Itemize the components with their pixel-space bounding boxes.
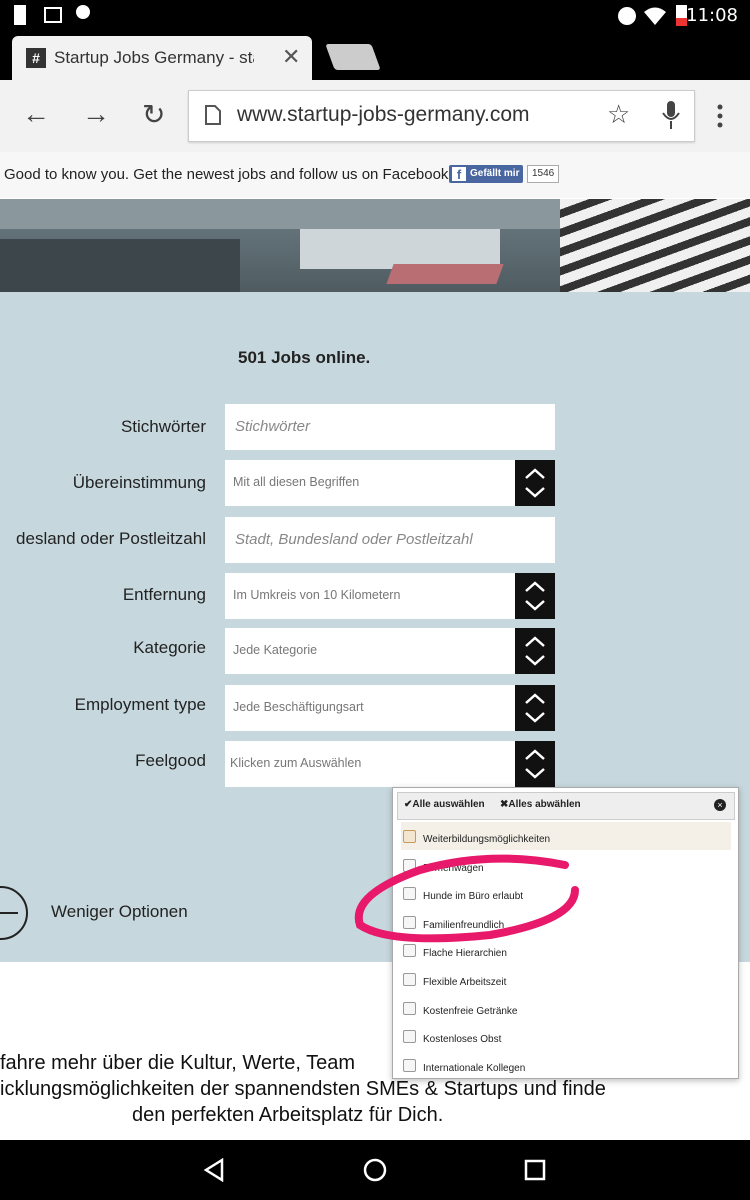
reload-icon[interactable]: ↻ — [142, 98, 165, 131]
dropdown-option-label: Weiterbildungsmöglichkeiten — [423, 834, 551, 845]
home-circle-icon[interactable] — [363, 1158, 387, 1182]
favicon-icon: # — [26, 48, 46, 68]
dropdown-option[interactable]: Flexible Arbeitszeit — [401, 965, 731, 993]
category-label: Kategorie — [133, 638, 206, 657]
dropdown-option-label: Flache Hierarchien — [423, 948, 507, 960]
distance-spinner[interactable] — [515, 573, 555, 619]
match-select[interactable]: Mit all diesen Begriffen — [225, 460, 515, 506]
intro-text-line-1: fahre mehr über die Kultur, Werte, Team — [0, 1052, 355, 1074]
distance-label: Entfernung — [122, 585, 206, 604]
android-nav-bar — [0, 1140, 750, 1200]
facebook-bar: Good to know you. Get the newest jobs an… — [0, 152, 750, 198]
dropdown-option-label: Kostenfreie Getränke — [423, 1005, 518, 1017]
image-icon — [44, 7, 62, 23]
tab-strip: # Startup Jobs Germany - start ✕ — [0, 32, 750, 80]
location-input[interactable]: Stadt, Bundesland oder Postleitzahl — [225, 517, 555, 563]
url-text: www.startup-jobs-germany.com — [237, 103, 530, 126]
facebook-bar-text: Good to know you. Get the newest jobs an… — [4, 166, 453, 183]
checkbox[interactable] — [403, 973, 416, 986]
distance-value: Im Umkreis von 10 Kilometern — [233, 588, 401, 602]
facebook-icon: f — [452, 167, 466, 182]
keywords-label: Stichwörter — [120, 417, 206, 436]
lightbulb-icon — [76, 5, 90, 19]
new-tab-button[interactable] — [325, 44, 381, 70]
less-options-label[interactable]: Weniger Optionen — [51, 902, 188, 922]
deselect-all-label: Alles abwählen — [508, 799, 581, 810]
status-bar: 11:08 — [0, 0, 750, 32]
employment-label: Employment type — [74, 695, 206, 714]
hero-image — [0, 199, 750, 292]
page-icon — [205, 105, 221, 125]
dropdown-option-label: Internationale Kollegen — [423, 1062, 526, 1074]
intro-text-line-2: icklungsmöglichkeiten der spannendsten S… — [0, 1078, 606, 1100]
dropdown-option[interactable]: Kostenfreie Getränke — [401, 994, 731, 1022]
minus-icon — [0, 912, 18, 914]
chevron-up-down-icon — [525, 693, 545, 723]
feelgood-label: Feelgood — [135, 751, 206, 770]
recents-square-icon[interactable] — [524, 1159, 546, 1181]
checkbox[interactable] — [403, 1030, 416, 1044]
microphone-icon[interactable] — [661, 101, 681, 131]
intro-text-line-3: den perfekten Arbeitsplatz für Dich. — [132, 1104, 444, 1126]
category-select[interactable]: Jede Kategorie — [225, 628, 515, 674]
close-tab-icon[interactable]: ✕ — [282, 44, 300, 70]
keywords-placeholder: Stichwörter — [235, 418, 311, 435]
back-triangle-icon[interactable] — [202, 1158, 226, 1182]
chevron-up-down-icon — [525, 749, 545, 779]
feelgood-select[interactable]: Klicken zum Auswählen — [225, 741, 515, 787]
dropdown-option-label: Kostenloses Obst — [423, 1034, 502, 1046]
match-spinner[interactable] — [515, 460, 555, 506]
dropdown-option[interactable]: Weiterbildungsmöglichkeiten — [401, 822, 731, 850]
match-value: Mit all diesen Begriffen — [233, 475, 360, 489]
keywords-input[interactable]: Stichwörter — [225, 404, 555, 450]
checkbox[interactable] — [403, 1001, 416, 1015]
facebook-like-count: 1546 — [527, 165, 560, 183]
facebook-like-button[interactable]: f Gefällt mir — [449, 165, 523, 183]
category-spinner[interactable] — [515, 628, 555, 674]
alert-icon — [14, 5, 26, 25]
back-icon[interactable]: ← — [22, 98, 50, 130]
employment-spinner[interactable] — [515, 685, 555, 731]
browser-tab[interactable]: # Startup Jobs Germany - start ✕ — [12, 36, 312, 80]
deselect-all-button[interactable]: ✖Alles abwählen — [500, 799, 581, 810]
facebook-like-label: Gefällt mir — [470, 168, 520, 179]
checkbox[interactable] — [403, 1058, 416, 1072]
feelgood-spinner[interactable] — [515, 741, 555, 787]
status-time: 11:08 — [686, 5, 738, 26]
dropdown-option-label: Flexible Arbeitszeit — [423, 977, 507, 988]
location-placeholder: Stadt, Bundesland oder Postleitzahl — [235, 531, 473, 548]
menu-icon[interactable] — [716, 104, 724, 130]
category-value: Jede Kategorie — [233, 643, 318, 657]
tab-title: Startup Jobs Germany - start — [54, 48, 254, 67]
do-not-disturb-icon — [618, 7, 636, 25]
employment-select[interactable]: Jede Beschäftigungsart — [225, 685, 515, 731]
select-all-button[interactable]: ✔Alle auswählen — [404, 799, 485, 810]
wifi-icon — [644, 7, 666, 25]
jobs-count-headline: 501 Jobs online. — [238, 348, 371, 367]
match-label: Übereinstimmung — [72, 473, 206, 492]
dropdown-option[interactable]: Internationale Kollegen — [401, 1051, 731, 1078]
checkbox[interactable] — [403, 830, 416, 843]
browser-toolbar: ← → ↻ www.startup-jobs-germany.com ☆ — [0, 80, 750, 153]
annotation-ellipse — [354, 854, 579, 943]
bookmark-star-icon[interactable]: ☆ — [607, 99, 630, 130]
address-bar[interactable]: www.startup-jobs-germany.com ☆ — [188, 90, 695, 142]
location-label: desland oder Postleitzahl — [16, 529, 206, 548]
chevron-up-down-icon — [525, 581, 545, 611]
employment-value: Jede Beschäftigungsart — [233, 700, 364, 714]
forward-icon[interactable]: → — [82, 98, 110, 130]
select-all-label: Alle auswählen — [412, 799, 485, 810]
chevron-up-down-icon — [525, 468, 545, 498]
dropdown-header: ✔Alle auswählen ✖Alles abwählen × — [397, 792, 735, 820]
feelgood-value: Klicken zum Auswählen — [230, 756, 362, 770]
chevron-up-down-icon — [525, 636, 545, 666]
dropdown-option[interactable]: Kostenloses Obst — [401, 1022, 731, 1050]
close-dropdown-icon[interactable]: × — [714, 799, 726, 811]
distance-select[interactable]: Im Umkreis von 10 Kilometern — [225, 573, 515, 619]
